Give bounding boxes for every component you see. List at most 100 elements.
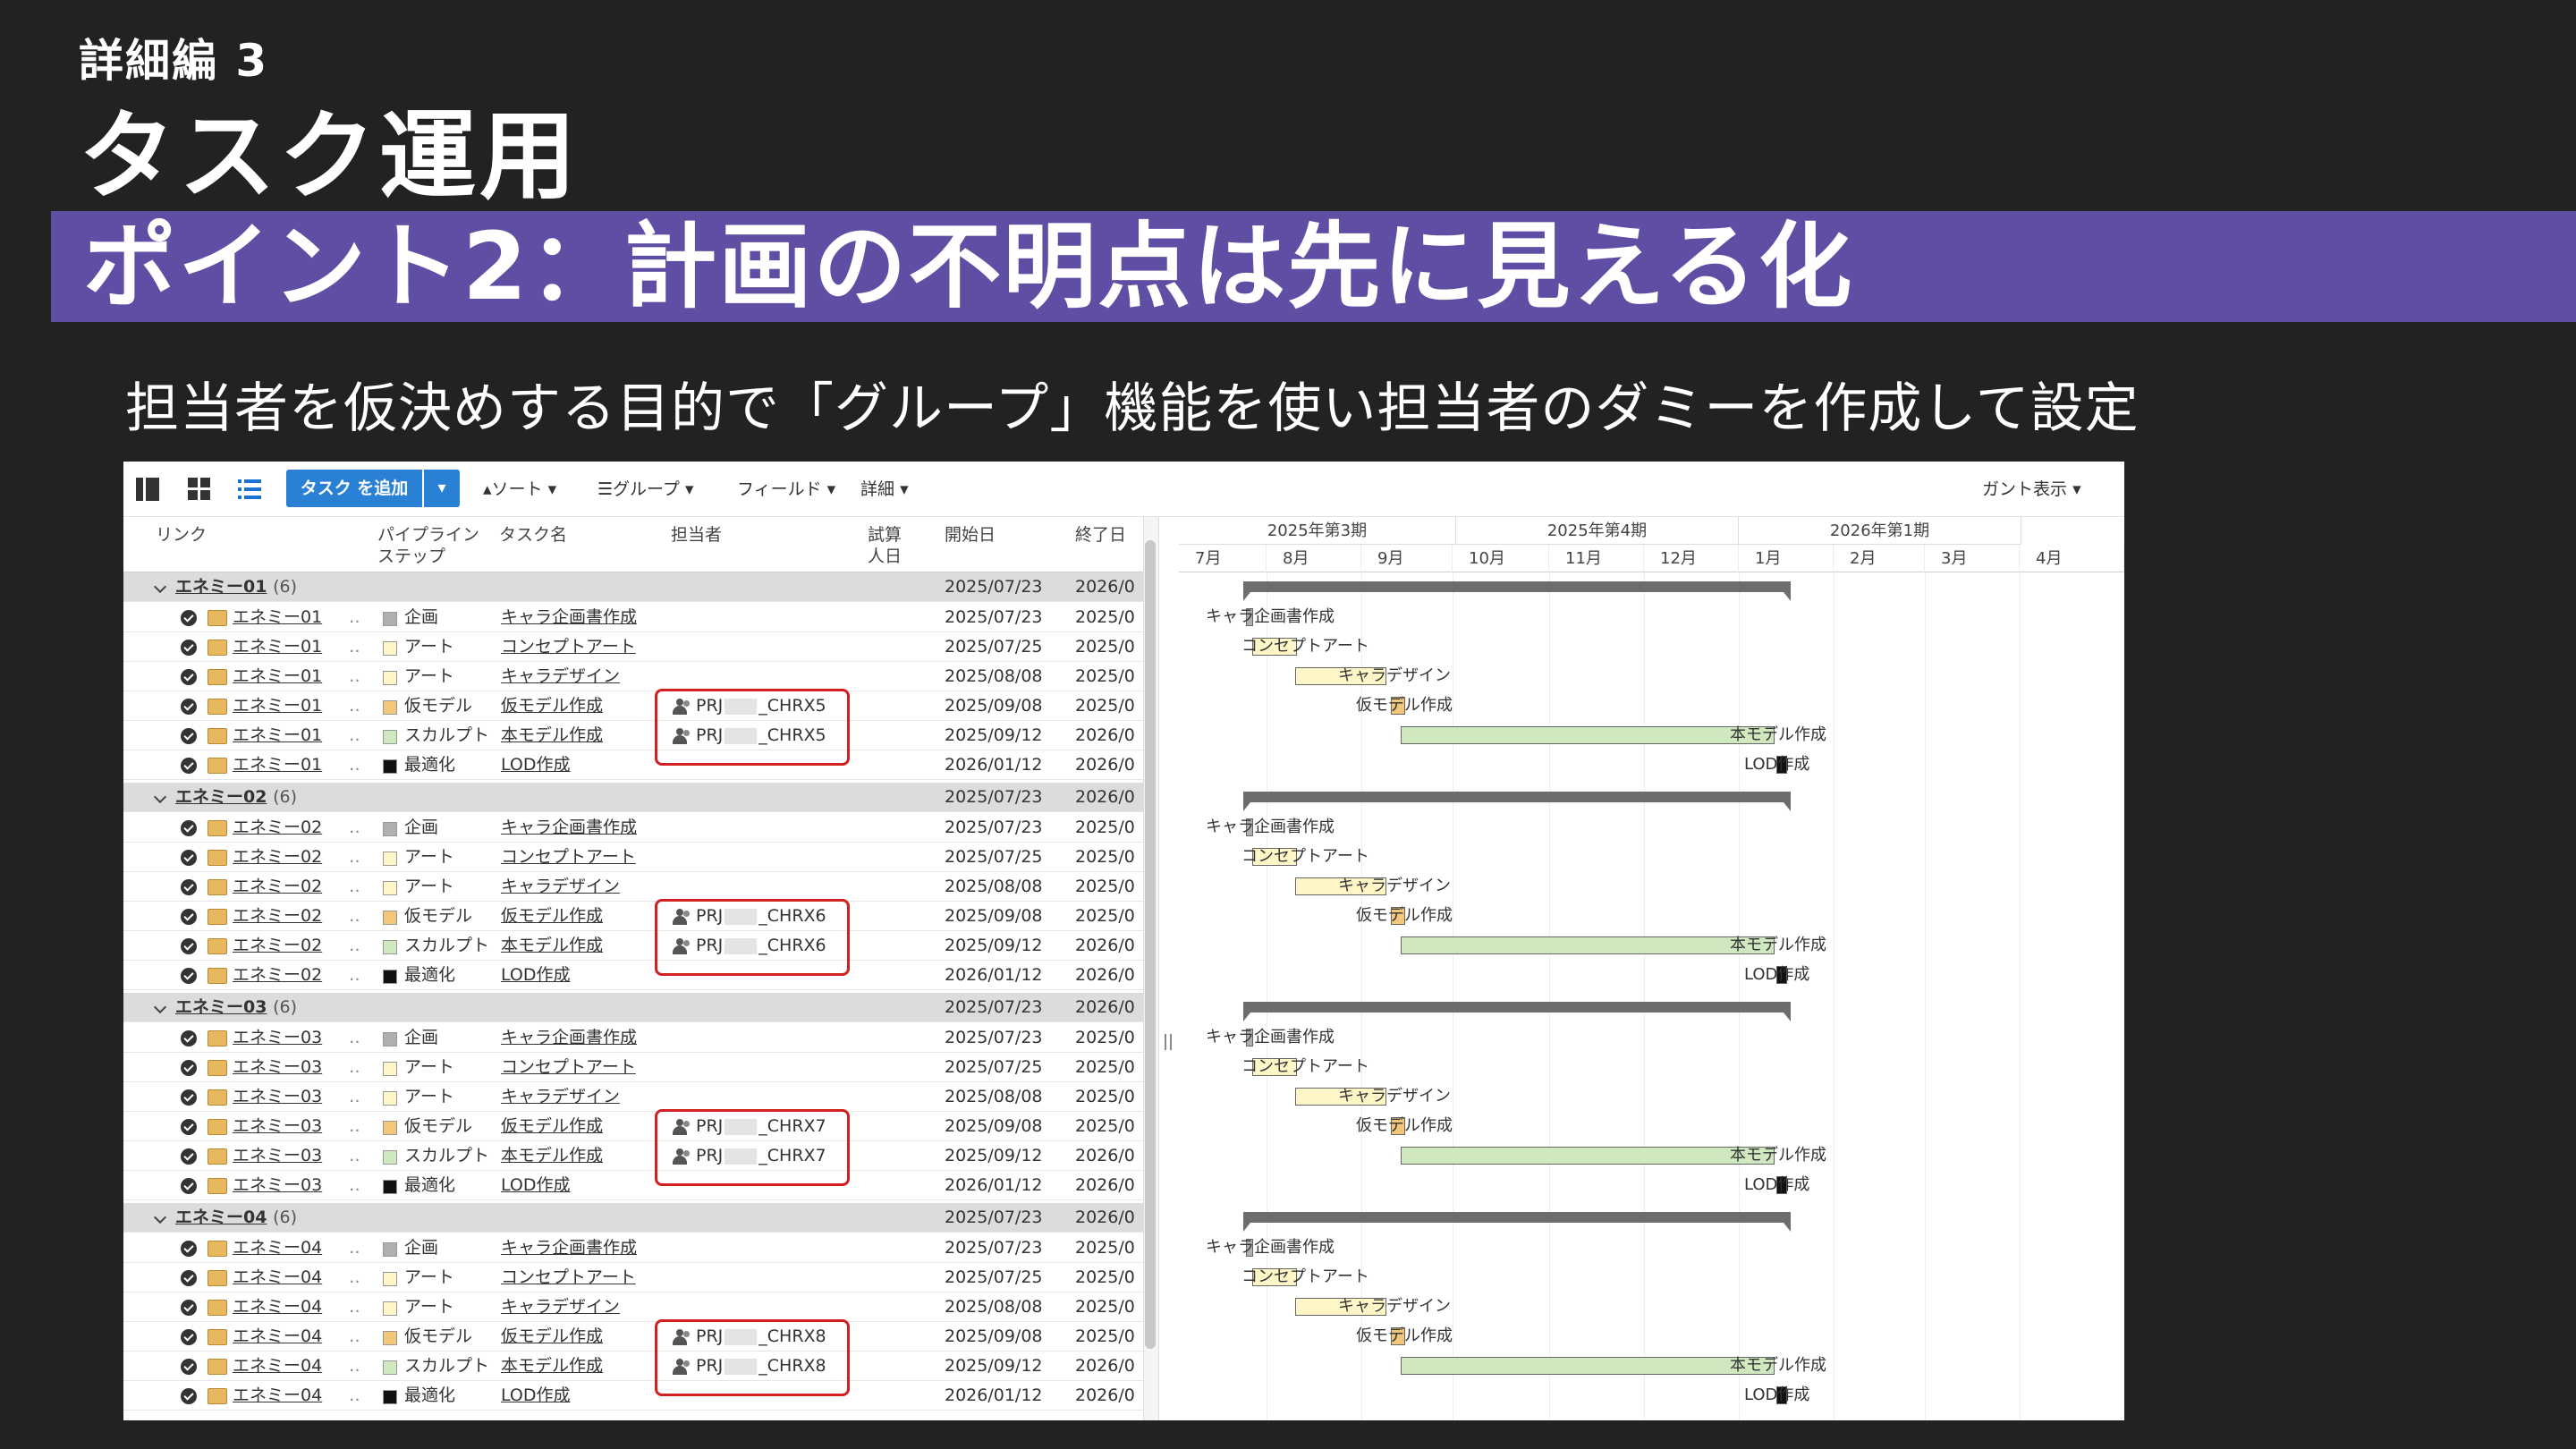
add-task-dropdown[interactable]: ▾ <box>424 470 460 507</box>
check-circle-icon[interactable] <box>181 820 197 836</box>
group-menu[interactable]: ☰グループ ▾ <box>597 477 694 502</box>
splitter-grip-icon[interactable] <box>1165 1034 1172 1050</box>
check-circle-icon[interactable] <box>181 1060 197 1076</box>
table-row[interactable]: エネミー04 ‥ アート コンセプトアート 2025/07/25 2025/0 <box>123 1263 1143 1292</box>
check-circle-icon[interactable] <box>181 909 197 925</box>
task-name-link[interactable]: 仮モデル作成 <box>501 1112 603 1141</box>
task-name-link[interactable]: コンセプトアート <box>501 843 636 872</box>
check-circle-icon[interactable] <box>181 728 197 744</box>
table-row[interactable]: エネミー01 ‥ アート キャラデザイン 2025/08/08 2025/0 <box>123 662 1143 691</box>
check-circle-icon[interactable] <box>181 1119 197 1135</box>
link-cell[interactable]: エネミー04 <box>233 1381 358 1411</box>
check-circle-icon[interactable] <box>181 1089 197 1106</box>
check-circle-icon[interactable] <box>181 938 197 954</box>
task-name-link[interactable]: コンセプトアート <box>501 632 636 662</box>
check-circle-icon[interactable] <box>181 610 197 626</box>
check-circle-icon[interactable] <box>181 1178 197 1194</box>
link-cell[interactable]: エネミー01 <box>233 603 358 632</box>
table-row[interactable]: エネミー01 ‥ 仮モデル 仮モデル作成 PRJ _CHRX5 2025/09/0… <box>123 691 1143 721</box>
table-row[interactable]: エネミー02 ‥ スカルプト 本モデル作成 PRJ _CHRX6 2025/09/… <box>123 931 1143 961</box>
link-cell[interactable]: エネミー03 <box>233 1141 358 1171</box>
link-cell[interactable]: エネミー01 <box>233 691 358 721</box>
check-circle-icon[interactable] <box>181 1359 197 1375</box>
table-row[interactable]: エネミー02 ‥ 最適化 LOD作成 2026/01/12 2026/0 <box>123 961 1143 990</box>
task-name-link[interactable]: 本モデル作成 <box>501 1141 603 1171</box>
link-cell[interactable]: エネミー01 <box>233 632 358 662</box>
check-circle-icon[interactable] <box>181 669 197 685</box>
task-name-link[interactable]: 本モデル作成 <box>501 1352 603 1381</box>
sort-menu[interactable]: ▴ソート ▾ <box>483 477 556 502</box>
table-row[interactable]: エネミー04 ‥ 最適化 LOD作成 2026/01/12 2026/0 <box>123 1381 1143 1411</box>
chevron-down-icon[interactable] <box>153 790 167 804</box>
group-summary-bar[interactable] <box>1243 792 1791 811</box>
link-cell[interactable]: エネミー02 <box>233 813 358 843</box>
check-circle-icon[interactable] <box>181 699 197 715</box>
split-view-icon[interactable] <box>136 478 159 501</box>
table-row[interactable]: エネミー01 ‥ 企画 キャラ企画書作成 2025/07/23 2025/0 <box>123 603 1143 632</box>
table-row[interactable]: エネミー04 ‥ 企画 キャラ企画書作成 2025/07/23 2025/0 <box>123 1233 1143 1263</box>
task-name-link[interactable]: 仮モデル作成 <box>501 902 603 931</box>
col-task-name[interactable]: タスク名 <box>499 524 567 546</box>
link-cell[interactable]: エネミー03 <box>233 1053 358 1082</box>
chevron-down-icon[interactable] <box>153 1000 167 1014</box>
link-cell[interactable]: エネミー04 <box>233 1322 358 1352</box>
task-name-link[interactable]: キャラデザイン <box>501 1082 620 1112</box>
col-end[interactable]: 終了日 <box>1075 524 1126 546</box>
task-name-link[interactable]: LOD作成 <box>501 1381 571 1411</box>
table-row[interactable]: エネミー01 ‥ 最適化 LOD作成 2026/01/12 2026/0 <box>123 750 1143 780</box>
task-name-link[interactable]: キャラ企画書作成 <box>501 1023 637 1053</box>
check-circle-icon[interactable] <box>181 1148 197 1165</box>
task-name-link[interactable]: キャラデザイン <box>501 662 620 691</box>
task-name-link[interactable]: 本モデル作成 <box>501 721 603 750</box>
table-row[interactable]: エネミー03 ‥ スカルプト 本モデル作成 PRJ _CHRX7 2025/09/… <box>123 1141 1143 1171</box>
gantt-task-bar[interactable] <box>1401 1147 1775 1165</box>
link-cell[interactable]: エネミー02 <box>233 843 358 872</box>
task-name-link[interactable]: キャラ企画書作成 <box>501 603 637 632</box>
col-start[interactable]: 開始日 <box>945 524 996 546</box>
check-circle-icon[interactable] <box>181 850 197 866</box>
group-row[interactable]: エネミー03 (6) 2025/07/23 2026/0 <box>123 993 1143 1022</box>
task-name-link[interactable]: 仮モデル作成 <box>501 691 603 721</box>
task-name-link[interactable]: 本モデル作成 <box>501 931 603 961</box>
group-summary-bar[interactable] <box>1243 1002 1791 1021</box>
link-cell[interactable]: エネミー03 <box>233 1023 358 1053</box>
link-cell[interactable]: エネミー03 <box>233 1112 358 1141</box>
check-circle-icon[interactable] <box>181 879 197 895</box>
group-title[interactable]: エネミー02 <box>175 787 267 807</box>
link-cell[interactable]: エネミー04 <box>233 1352 358 1381</box>
link-cell[interactable]: エネミー02 <box>233 902 358 931</box>
field-menu[interactable]: フィールド ▾ <box>737 477 835 502</box>
link-cell[interactable]: エネミー04 <box>233 1292 358 1322</box>
table-row[interactable]: エネミー01 ‥ スカルプト 本モデル作成 PRJ _CHRX5 2025/09/… <box>123 721 1143 750</box>
gantt-task-bar[interactable] <box>1401 726 1775 744</box>
link-cell[interactable]: エネミー04 <box>233 1263 358 1292</box>
group-summary-bar[interactable] <box>1243 581 1791 601</box>
task-name-link[interactable]: LOD作成 <box>501 750 571 780</box>
link-cell[interactable]: エネミー01 <box>233 750 358 780</box>
check-circle-icon[interactable] <box>181 758 197 774</box>
check-circle-icon[interactable] <box>181 1329 197 1345</box>
group-summary-bar[interactable] <box>1243 1212 1791 1232</box>
task-name-link[interactable]: 仮モデル作成 <box>501 1322 603 1352</box>
link-cell[interactable]: エネミー03 <box>233 1082 358 1112</box>
check-circle-icon[interactable] <box>181 968 197 984</box>
gantt-task-bar[interactable] <box>1401 936 1775 954</box>
table-row[interactable]: エネミー02 ‥ 仮モデル 仮モデル作成 PRJ _CHRX6 2025/09/0… <box>123 902 1143 931</box>
col-pipeline[interactable]: パイプライン ステップ <box>377 524 485 567</box>
detail-menu[interactable]: 詳細 ▾ <box>860 477 909 502</box>
group-title[interactable]: エネミー03 <box>175 997 267 1017</box>
check-circle-icon[interactable] <box>181 640 197 656</box>
task-name-link[interactable]: LOD作成 <box>501 1171 571 1200</box>
check-circle-icon[interactable] <box>181 1388 197 1404</box>
table-row[interactable]: エネミー04 ‥ 仮モデル 仮モデル作成 PRJ _CHRX8 2025/09/0… <box>123 1322 1143 1352</box>
grid-scrollbar[interactable] <box>1145 540 1156 1349</box>
link-cell[interactable]: エネミー02 <box>233 931 358 961</box>
check-circle-icon[interactable] <box>181 1270 197 1286</box>
group-title[interactable]: エネミー04 <box>175 1208 267 1227</box>
link-cell[interactable]: エネミー01 <box>233 721 358 750</box>
task-name-link[interactable]: LOD作成 <box>501 961 571 990</box>
link-cell[interactable]: エネミー01 <box>233 662 358 691</box>
table-row[interactable]: エネミー03 ‥ 企画 キャラ企画書作成 2025/07/23 2025/0 <box>123 1023 1143 1053</box>
table-row[interactable]: エネミー04 ‥ アート キャラデザイン 2025/08/08 2025/0 <box>123 1292 1143 1322</box>
col-assignee[interactable]: 担当者 <box>671 524 722 546</box>
